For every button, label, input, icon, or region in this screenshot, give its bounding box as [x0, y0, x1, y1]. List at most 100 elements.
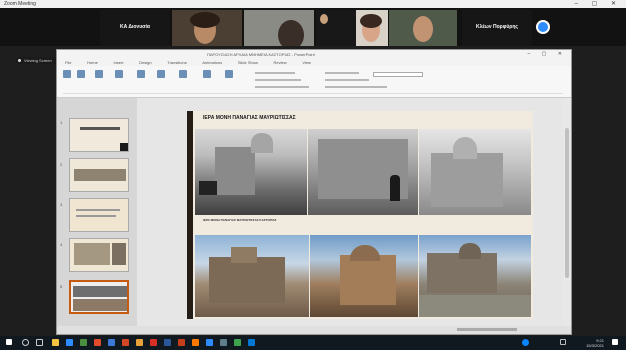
participant-name: ΚΑ Διονυσία	[119, 24, 151, 30]
new-slide-icon[interactable]	[63, 70, 71, 78]
slide-number: 1	[60, 120, 63, 125]
tab-design[interactable]: Design	[139, 60, 151, 65]
tab-review[interactable]: Review	[274, 60, 287, 65]
photo-dome	[453, 137, 477, 159]
ribbon-group-labels	[63, 93, 563, 94]
ribbon-option[interactable]	[325, 79, 369, 81]
custom-show-icon[interactable]	[179, 70, 187, 78]
thumb-text	[76, 215, 116, 217]
file-explorer-icon[interactable]	[52, 339, 59, 346]
tab-transitions[interactable]: Transitions	[167, 60, 186, 65]
slide-accent-bar	[187, 111, 193, 319]
participant-tile[interactable]: ΚΑ Διονυσία	[100, 10, 170, 46]
thumb-photo	[112, 243, 126, 265]
ppt-titlebar: ΠΑΡΟΥΣΙΑΣΗ ΑΡΧΑΙΑ ΜΝΗΜΕΙΑ ΚΑΣΤΟΡΙΑΣ - Po…	[57, 50, 571, 59]
tab-home[interactable]: Home	[87, 60, 98, 65]
hide-slide-icon[interactable]	[225, 70, 233, 78]
zoom-taskbar-icon[interactable]	[206, 339, 213, 346]
photo-building	[340, 255, 396, 305]
slide-thumbnail[interactable]	[69, 158, 129, 192]
slide-thumbnail[interactable]	[69, 118, 129, 152]
ribbon-option[interactable]	[325, 86, 387, 88]
powerpoint-window: ΠΑΡΟΥΣΙΑΣΗ ΑΡΧΑΙΑ ΜΝΗΜΕΙΑ ΚΑΣΤΟΡΙΑΣ - Po…	[56, 49, 572, 335]
participant-tile-video[interactable]	[244, 10, 314, 46]
rehearse-timings-icon[interactable]	[115, 70, 123, 78]
church-photo-color-2	[310, 235, 418, 317]
participant-tile-video[interactable]	[389, 10, 457, 46]
slide-thumbnail[interactable]	[69, 198, 129, 232]
task-view-icon[interactable]	[36, 339, 43, 346]
from-current-icon[interactable]	[157, 70, 165, 78]
network-icon[interactable]	[522, 339, 529, 346]
thumb-photo	[73, 299, 127, 311]
participant-tile[interactable]: Κλέων Πορφύρης	[462, 10, 532, 46]
participant-tile-video[interactable]	[356, 10, 388, 46]
participant-tile-video[interactable]	[172, 10, 242, 46]
photo-ground	[419, 295, 531, 317]
tab-insert[interactable]: Insert	[113, 60, 123, 65]
slide-number: 3	[60, 202, 63, 207]
ppt-ribbon	[57, 66, 571, 98]
ppt-window-controls[interactable]: – ▢ ✕	[528, 51, 567, 57]
photo-building	[431, 153, 503, 207]
clock-date: 15/3/2021	[586, 343, 604, 348]
app-icon[interactable]	[192, 339, 199, 346]
app-icon[interactable]	[108, 339, 115, 346]
zoom-slider[interactable]	[457, 328, 517, 331]
participant-face	[320, 14, 328, 24]
layout-icon[interactable]	[77, 70, 85, 78]
ppt-doc-title: ΠΑΡΟΥΣΙΑΣΗ ΑΡΧΑΙΑ ΜΝΗΜΕΙΑ ΚΑΣΤΟΡΙΑΣ - Po…	[207, 52, 315, 57]
scrollbar-thumb[interactable]	[565, 128, 569, 278]
ribbon-option[interactable]	[255, 86, 309, 88]
app-icon[interactable]	[136, 339, 143, 346]
photo-building	[215, 147, 255, 195]
slide-thumbnail-panel: 1 2 3 4 5	[57, 98, 137, 326]
notifications-icon[interactable]	[612, 339, 618, 345]
app-icon[interactable]	[234, 339, 241, 346]
photo-tower	[231, 247, 257, 263]
slide-scrollbar[interactable]	[563, 98, 571, 326]
volume-icon[interactable]	[560, 339, 566, 345]
app-icon[interactable]	[94, 339, 101, 346]
monitor-select[interactable]	[373, 72, 423, 77]
participant-hair	[360, 14, 382, 28]
app-icon[interactable]	[220, 339, 227, 346]
thumb-photo	[74, 169, 126, 181]
photo-dome	[350, 245, 380, 261]
participant-face	[413, 16, 433, 42]
slide-number: 5	[60, 284, 63, 289]
photo-building	[427, 253, 497, 293]
set-up-show-icon[interactable]	[203, 70, 211, 78]
store-icon[interactable]	[80, 339, 87, 346]
photo-figure	[390, 175, 400, 201]
windows-start-icon[interactable]	[6, 339, 12, 345]
tab-file[interactable]: File	[65, 60, 71, 65]
ppt-status-bar	[57, 326, 571, 334]
slide-thumbnail-selected[interactable]	[69, 280, 129, 314]
edge-icon[interactable]	[66, 339, 73, 346]
taskbar-clock[interactable]: 9:21 15/3/2021	[586, 338, 604, 348]
word-icon[interactable]	[164, 339, 171, 346]
search-icon[interactable]	[22, 339, 29, 346]
app-icon[interactable]	[178, 339, 185, 346]
from-beginning-icon[interactable]	[137, 70, 145, 78]
zoom-window-controls[interactable]: – ▢ ✕	[575, 0, 622, 7]
church-photo-bw-2	[308, 129, 418, 215]
slide-canvas[interactable]: ΙΕΡΑ ΜΟΝΗ ΠΑΝΑΓΙΑΣ ΜΑΥΡΙΩΤΙΣΣΑΣ ΙΕΡΑ ΜΟΝ…	[187, 111, 533, 319]
tab-animations[interactable]: Animations	[202, 60, 222, 65]
ribbon-option[interactable]	[255, 79, 301, 81]
church-photo-color-3	[419, 235, 531, 317]
tab-slide-show[interactable]: Slide Show	[238, 60, 258, 65]
tab-view[interactable]: View	[302, 60, 311, 65]
self-avatar[interactable]	[536, 20, 550, 34]
slide-number: 4	[60, 242, 63, 247]
participant-name: Κλέων Πορφύρης	[475, 24, 519, 30]
record-dot-icon	[18, 59, 21, 62]
powerpoint-icon[interactable]	[122, 339, 129, 346]
ribbon-option[interactable]	[255, 72, 295, 74]
app-icon[interactable]	[248, 339, 255, 346]
chrome-icon[interactable]	[150, 339, 157, 346]
slide-thumbnail[interactable]	[69, 238, 129, 272]
ribbon-option[interactable]	[325, 72, 359, 74]
record-slide-show-icon[interactable]	[95, 70, 103, 78]
